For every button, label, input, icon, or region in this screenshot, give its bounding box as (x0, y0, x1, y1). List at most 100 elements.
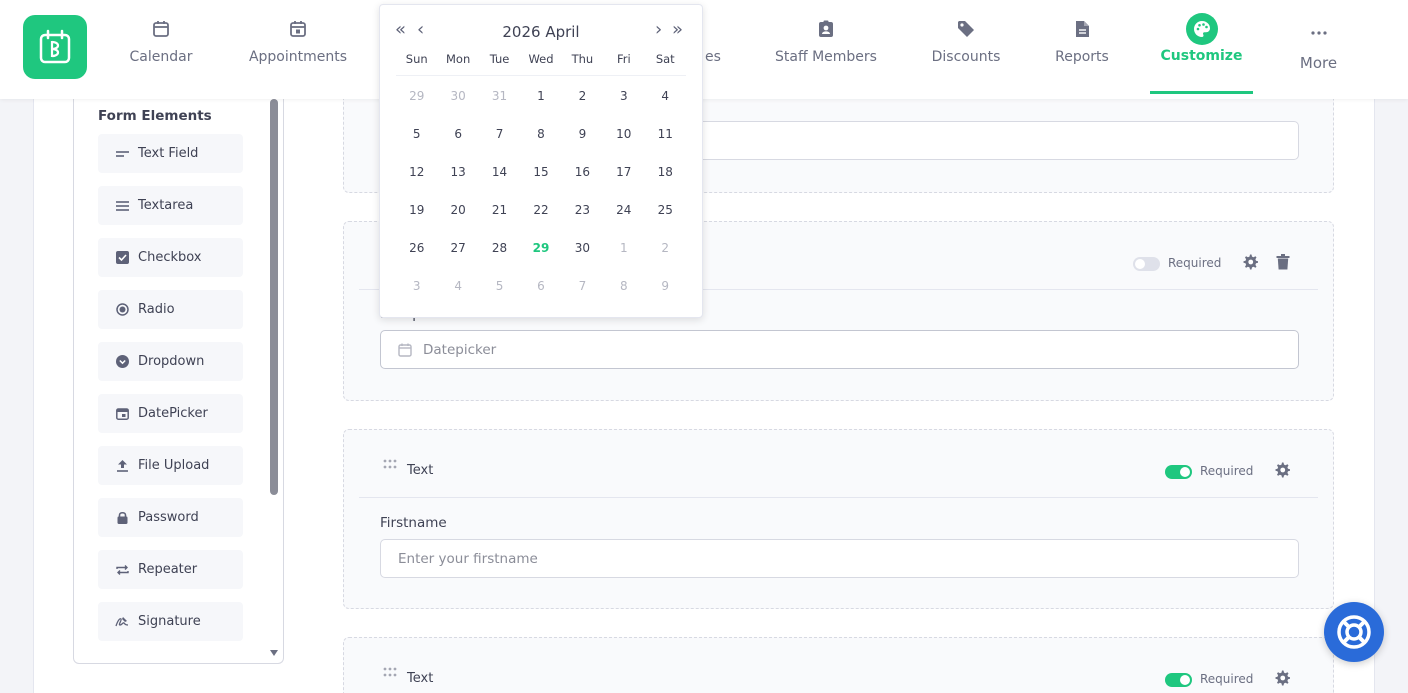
drag-handle-icon[interactable] (383, 667, 399, 677)
help-button[interactable] (1324, 602, 1384, 662)
lock-icon (115, 511, 129, 525)
element-label: Password (138, 510, 199, 525)
required-toggle[interactable] (1133, 257, 1160, 271)
firstname-input[interactable]: Enter your firstname (380, 539, 1299, 578)
element-file-upload[interactable]: File Upload (98, 446, 243, 485)
calendar-day[interactable]: 25 (645, 203, 686, 217)
element-checkbox[interactable]: Checkbox (98, 238, 243, 277)
element-dropdown[interactable]: Dropdown (98, 342, 243, 381)
drag-handle-icon[interactable] (383, 459, 399, 469)
next-year-button[interactable]: » (672, 19, 683, 41)
calendar-week-row: 12 13 14 15 16 17 18 (396, 153, 686, 191)
calendar-day[interactable]: 6 (520, 279, 561, 293)
calendar-day[interactable]: 31 (479, 89, 520, 103)
required-label: Required (1168, 256, 1222, 270)
calendar-day[interactable]: 13 (437, 165, 478, 179)
calendar-day[interactable]: 17 (603, 165, 644, 179)
element-label: Checkbox (138, 250, 202, 265)
id-badge-icon (815, 18, 837, 40)
calendar-day[interactable]: 5 (396, 127, 437, 141)
calendar-day[interactable]: 5 (479, 279, 520, 293)
next-month-button[interactable]: › (655, 19, 662, 41)
calendar-day[interactable]: 1 (520, 89, 561, 103)
weekday-header: Sun Mon Tue Wed Thu Fri Sat (396, 52, 686, 76)
calendar-day[interactable]: 9 (562, 127, 603, 141)
calendar-day[interactable]: 16 (562, 165, 603, 179)
calendar-day[interactable]: 7 (562, 279, 603, 293)
sidebar-scrollbar[interactable] (270, 99, 278, 495)
calendar-day[interactable]: 14 (479, 165, 520, 179)
nav-services[interactable]: es (700, 0, 726, 99)
calendar-day-today[interactable]: 29 (520, 241, 561, 255)
nav-reports[interactable]: Reports (1052, 0, 1112, 99)
calendar-day[interactable]: 3 (603, 89, 644, 103)
element-textarea[interactable]: Textarea (98, 186, 243, 225)
required-toggle[interactable] (1165, 673, 1192, 687)
nav-appointments[interactable]: Appointments (244, 0, 352, 99)
weekday-label: Fri (616, 52, 631, 66)
calendar-day[interactable]: 26 (396, 241, 437, 255)
radio-icon (115, 303, 129, 317)
sidebar-title: Form Elements (98, 108, 212, 124)
calendar-day[interactable]: 8 (520, 127, 561, 141)
calendar-day[interactable]: 10 (603, 127, 644, 141)
calendar-day[interactable]: 19 (396, 203, 437, 217)
calendar-day[interactable]: 4 (437, 279, 478, 293)
calendar-day[interactable]: 22 (520, 203, 561, 217)
calendar-day[interactable]: 3 (396, 279, 437, 293)
datepicker-popup: « ‹ 2026 April › » Sun Mon Tue Wed Thu F… (379, 4, 703, 318)
element-signature[interactable]: Signature (98, 602, 243, 641)
calendar-day[interactable]: 21 (479, 203, 520, 217)
calendar-day[interactable]: 4 (645, 89, 686, 103)
nav-discounts[interactable]: Discounts (928, 0, 1004, 99)
nav-calendar-label: Calendar (129, 49, 193, 65)
calendar-day[interactable]: 18 (645, 165, 686, 179)
repeat-icon (115, 563, 129, 577)
trash-icon[interactable] (1276, 254, 1290, 270)
calendar-day[interactable]: 9 (645, 279, 686, 293)
nav-reports-label: Reports (1055, 49, 1109, 65)
calendar-day[interactable]: 30 (562, 241, 603, 255)
calendar-day[interactable]: 15 (520, 165, 561, 179)
section-title: Text (407, 463, 434, 478)
gear-icon[interactable] (1242, 254, 1258, 270)
nav-more[interactable]: More (1296, 0, 1341, 99)
active-tab-indicator (1150, 91, 1253, 94)
calendar-day[interactable]: 23 (562, 203, 603, 217)
calendar-day[interactable]: 29 (396, 89, 437, 103)
calendar-icon (150, 18, 172, 40)
element-repeater[interactable]: Repeater (98, 550, 243, 589)
element-password[interactable]: Password (98, 498, 243, 537)
calendar-day[interactable]: 20 (437, 203, 478, 217)
datepicker-input[interactable]: Datepicker (380, 330, 1299, 369)
calendar-day[interactable]: 11 (645, 127, 686, 141)
document-icon (1071, 18, 1093, 40)
required-toggle[interactable] (1165, 465, 1192, 479)
element-text-field[interactable]: Text Field (98, 134, 243, 173)
calendar-day[interactable]: 30 (437, 89, 478, 103)
calendar-day[interactable]: 2 (645, 241, 686, 255)
app-logo[interactable] (23, 15, 87, 79)
scroll-down-arrow-icon[interactable] (270, 650, 278, 656)
calendar-day[interactable]: 24 (603, 203, 644, 217)
calendar-day[interactable]: 1 (603, 241, 644, 255)
form-elements-sidebar: Form Elements Text Field Textarea Checkb… (73, 99, 284, 664)
element-datepicker[interactable]: DatePicker (98, 394, 243, 433)
calendar-day[interactable]: 27 (437, 241, 478, 255)
calendar-day[interactable]: 2 (562, 89, 603, 103)
datepicker-placeholder: Datepicker (423, 341, 497, 358)
gear-icon[interactable] (1274, 670, 1290, 686)
section-title: Text (407, 671, 434, 686)
gear-icon[interactable] (1274, 462, 1290, 478)
calendar-day[interactable]: 28 (479, 241, 520, 255)
calendar-day[interactable]: 8 (603, 279, 644, 293)
calendar-day[interactable]: 12 (396, 165, 437, 179)
nav-calendar[interactable]: Calendar (120, 0, 202, 99)
nav-staff-members[interactable]: Staff Members (771, 0, 881, 99)
calendar-day[interactable]: 6 (437, 127, 478, 141)
nav-customize[interactable]: Customize (1150, 0, 1253, 99)
element-radio[interactable]: Radio (98, 290, 243, 329)
weekday-label: Thu (571, 52, 594, 66)
firstname-placeholder: Enter your firstname (398, 550, 538, 567)
calendar-day[interactable]: 7 (479, 127, 520, 141)
